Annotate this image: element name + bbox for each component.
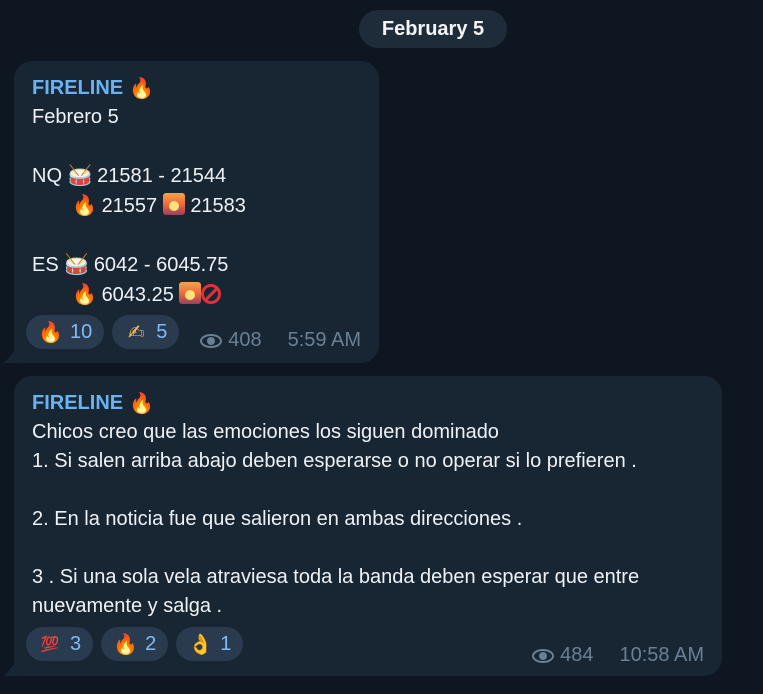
- date-separator: February 5: [359, 10, 507, 48]
- view-count: 408: [228, 329, 262, 351]
- nq-target-value: 21583: [190, 195, 246, 217]
- reaction-writing-hand[interactable]: ✍ 5: [112, 315, 180, 349]
- fire-icon: 🔥: [129, 76, 155, 100]
- message-text: Chicos creo que las emociones los siguen…: [32, 421, 640, 617]
- hundred-points-icon: 💯: [40, 635, 60, 653]
- nq-label: NQ: [32, 165, 62, 187]
- sunset-icon: [162, 193, 185, 215]
- reaction-ok-hand[interactable]: 👌 1: [176, 627, 244, 661]
- writing-hand-icon: ✍: [127, 320, 145, 344]
- sender-name[interactable]: FIRELINE 🔥: [32, 73, 361, 103]
- reaction-fire[interactable]: 🔥 10: [26, 315, 105, 349]
- nq-range: 21581 - 21544: [97, 165, 227, 187]
- no-entry-icon: [201, 284, 222, 304]
- message-text: Febrero 5 NQ 🥁 21581 - 21544 🔥 21557 215…: [32, 103, 361, 310]
- reaction-count: 1: [220, 632, 232, 655]
- message-meta: 408 5:59 AM: [200, 329, 361, 352]
- reaction-count: 5: [156, 320, 168, 343]
- fire-icon: 🔥: [38, 320, 63, 344]
- ok-hand-icon: 👌: [188, 632, 214, 656]
- message-bubble[interactable]: FIRELINE 🔥 Febrero 5 NQ 🥁 21581 - 21544 …: [4, 61, 379, 363]
- sender-label[interactable]: FIRELINE: [32, 73, 123, 103]
- sender-name[interactable]: FIRELINE 🔥: [32, 388, 704, 418]
- bubble-tail: [4, 349, 16, 363]
- reaction-fire[interactable]: 🔥 2: [101, 627, 169, 661]
- reaction-count: 2: [145, 632, 157, 655]
- fire-icon: 🔥: [72, 282, 97, 306]
- sunset-icon: [179, 282, 202, 304]
- eye-icon: [532, 648, 555, 663]
- nq-levels: 🔥 21557 21583: [32, 193, 246, 217]
- es-label: ES: [32, 254, 59, 276]
- bottom-edge: [0, 680, 763, 694]
- view-count: 484: [560, 644, 594, 666]
- fire-icon: 🔥: [113, 632, 139, 656]
- message-bubble[interactable]: FIRELINE 🔥 Chicos creo que las emociones…: [4, 376, 722, 676]
- reactions-bar: 🔥 10 ✍ 5: [26, 315, 180, 349]
- nq-fire-value: 21557: [101, 195, 158, 217]
- drum-icon: 🥁: [64, 252, 90, 276]
- fire-icon: 🔥: [129, 391, 155, 415]
- reaction-count: 3: [70, 632, 82, 655]
- reaction-count: 10: [70, 320, 93, 343]
- es-fire-value: 6043.25: [101, 284, 174, 306]
- fire-icon: 🔥: [72, 193, 97, 217]
- sender-label[interactable]: FIRELINE: [32, 388, 123, 418]
- message-line: Febrero 5: [32, 106, 119, 128]
- eye-icon: [200, 333, 223, 348]
- message-time: 5:59 AM: [287, 329, 361, 351]
- message-time: 10:58 AM: [619, 644, 704, 666]
- reaction-hundred[interactable]: 💯 3: [26, 627, 94, 661]
- reactions-bar: 💯 3 🔥 2 👌 1: [26, 627, 244, 661]
- es-levels: 🔥 6043.25: [32, 282, 222, 306]
- bubble-tail: [4, 662, 16, 676]
- message-meta: 484 10:58 AM: [532, 644, 704, 667]
- drum-icon: 🥁: [67, 163, 93, 187]
- es-range: 6042 - 6045.75: [93, 254, 229, 276]
